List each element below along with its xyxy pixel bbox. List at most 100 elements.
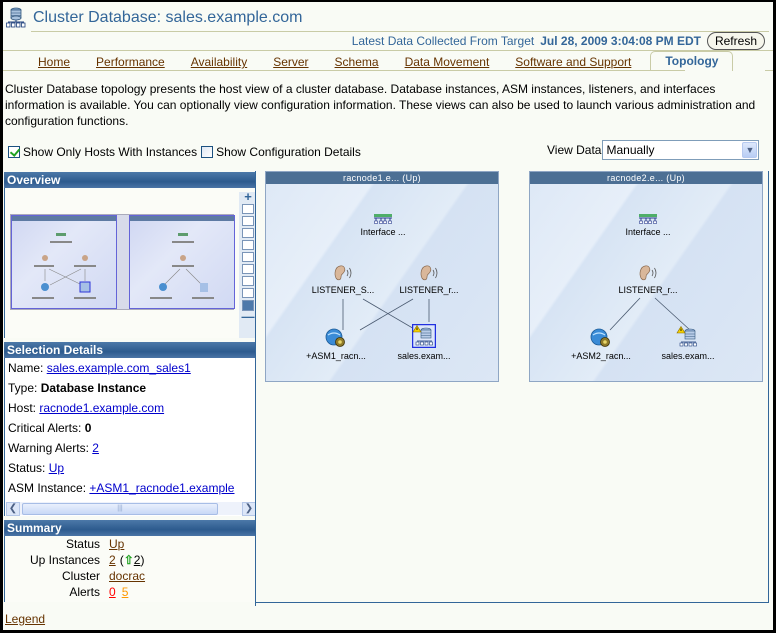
zoom-step[interactable] <box>242 204 254 214</box>
interface-node[interactable]: Interface ... <box>338 214 428 237</box>
listener-node[interactable]: LISTENER_r... <box>384 264 474 295</box>
summary-up-instances-label: Up Instances <box>29 553 100 567</box>
zoom-step[interactable] <box>242 240 254 250</box>
minimap-host-1-graph <box>32 233 96 299</box>
summary-warning-alerts-link[interactable]: 5 <box>122 584 129 600</box>
detail-name-label: Name: <box>8 361 44 375</box>
detail-status-link[interactable]: Up <box>49 461 64 475</box>
overview-header: Overview <box>4 172 256 188</box>
overview-minimap[interactable] <box>10 214 235 310</box>
host-title: racnode1.e... (Up) <box>266 172 498 184</box>
node-label: LISTENER_r... <box>618 285 678 295</box>
detail-type-value: Database Instance <box>40 381 147 395</box>
detail-critical-value: 0 <box>84 421 92 435</box>
network-interface-icon <box>639 214 657 224</box>
scrollbar-thumb[interactable]: ||| <box>22 503 218 515</box>
detail-name-link[interactable]: sales.example.com_sales1 <box>47 361 191 375</box>
summary-cluster-row: Cluster docrac <box>5 568 256 584</box>
asm-instance-node[interactable]: +ASM2_racn... <box>556 328 646 361</box>
show-only-hosts-label[interactable]: Show Only Hosts With Instances <box>23 145 197 159</box>
data-collected-info: Latest Data Collected From Target Jul 28… <box>352 31 765 51</box>
minimap-host-2-graph <box>150 233 214 299</box>
detail-status: Status: Up <box>5 458 256 478</box>
refresh-button[interactable]: Refresh <box>706 32 765 50</box>
database-instance-node[interactable]: sales.exam... <box>643 326 733 361</box>
host-node-racnode1[interactable]: racnode1.e... (Up) Interface ... LISTENE… <box>265 171 499 382</box>
detail-type-label: Type: <box>8 381 38 395</box>
show-only-hosts-checkbox[interactable] <box>8 146 20 158</box>
legend-link[interactable]: Legend <box>5 612 45 626</box>
summary-panel: Status Up Up Instances 2 (⇧2) Cluster do… <box>4 536 256 602</box>
scroll-right-icon[interactable]: ❯ <box>242 502 256 516</box>
listener-ear-icon <box>420 265 438 281</box>
listener-node[interactable]: LISTENER_r... <box>603 264 693 295</box>
show-config-details-label[interactable]: Show Configuration Details <box>216 145 361 159</box>
summary-up-count-link[interactable]: 2 <box>134 553 141 567</box>
network-interface-icon <box>374 214 392 224</box>
node-label: +ASM1_racn... <box>306 351 366 361</box>
summary-critical-alerts-link[interactable]: 0 <box>109 584 116 600</box>
interface-node[interactable]: Interface ... <box>603 214 693 237</box>
tab-server[interactable]: Server <box>260 53 321 71</box>
host-node-racnode2[interactable]: racnode2.e... (Up) Interface ... LISTENE… <box>529 171 763 382</box>
selection-details-panel: Name: sales.example.com_sales1 Type: Dat… <box>4 358 256 516</box>
show-config-details-checkbox[interactable] <box>201 146 214 158</box>
collected-timestamp: Jul 28, 2009 3:04:08 PM EDT <box>540 34 701 48</box>
summary-status-link[interactable]: Up <box>109 536 124 552</box>
view-data-select[interactable]: Manually ▼ <box>602 140 760 160</box>
detail-name: Name: sales.example.com_sales1 <box>5 358 256 378</box>
detail-warning-link[interactable]: 2 <box>92 441 99 455</box>
detail-critical-label: Critical Alerts: <box>8 421 82 435</box>
tabs-bottom-line-right <box>765 70 773 71</box>
tab-availability[interactable]: Availability <box>178 53 260 71</box>
tab-home[interactable]: Home <box>3 53 83 71</box>
asm-instance-icon <box>325 328 345 347</box>
zoom-step[interactable] <box>242 228 254 238</box>
node-label: LISTENER_S... <box>311 285 375 295</box>
tab-bar: Home Performance Availability Server Sch… <box>3 51 773 71</box>
zoom-step[interactable] <box>242 216 254 226</box>
node-label: sales.exam... <box>661 351 715 361</box>
up-arrow-icon: ⇧ <box>123 553 134 567</box>
topology-canvas[interactable]: racnode1.e... (Up) Interface ... LISTENE… <box>255 171 769 603</box>
minimap-host-1 <box>11 215 117 309</box>
tab-topology[interactable]: Topology <box>650 51 734 71</box>
zoom-step[interactable] <box>242 276 254 286</box>
summary-cluster-link[interactable]: docrac <box>109 568 145 584</box>
summary-alerts-label: Alerts <box>69 585 100 599</box>
options-row: Show Only Hosts With Instances Show Conf… <box>8 143 365 161</box>
detail-host-link[interactable]: racnode1.example.com <box>39 401 164 415</box>
summary-up-instances-row: Up Instances 2 (⇧2) <box>5 552 256 568</box>
summary-alerts-row: Alerts 0 5 <box>5 584 256 600</box>
detail-critical-alerts: Critical Alerts: 0 <box>5 418 256 438</box>
tab-schema[interactable]: Schema <box>322 53 392 71</box>
horizontal-scrollbar[interactable]: ❮ ||| ❯ <box>6 501 256 516</box>
zoom-step[interactable] <box>242 252 254 262</box>
zoom-step[interactable] <box>242 264 254 274</box>
zoom-step[interactable] <box>242 288 254 298</box>
scroll-left-icon[interactable]: ❮ <box>6 502 20 516</box>
database-instance-node[interactable]: sales.exam... <box>379 324 469 361</box>
chevron-down-icon[interactable]: ▼ <box>742 142 758 158</box>
detail-host: Host: racnode1.example.com <box>5 398 256 418</box>
database-instance-icon <box>412 324 436 348</box>
node-label: Interface ... <box>625 227 671 237</box>
summary-status-label: Status <box>65 537 100 551</box>
summary-up-instances-link[interactable]: 2 <box>109 552 116 568</box>
tabs-bottom-line <box>3 70 685 71</box>
tab-data-movement[interactable]: Data Movement <box>392 53 503 71</box>
view-data-control: View Data Manually ▼ <box>547 140 760 160</box>
host-title: racnode2.e... (Up) <box>530 172 762 184</box>
tab-performance[interactable]: Performance <box>83 53 178 71</box>
node-label: Interface ... <box>360 227 406 237</box>
title-row: Cluster Database: sales.example.com <box>3 4 773 32</box>
tab-software-and-support[interactable]: Software and Support <box>502 53 644 71</box>
summary-status-row: Status Up <box>5 536 256 552</box>
view-data-label: View Data <box>547 143 602 157</box>
detail-asm-link[interactable]: +ASM1_racnode1.example <box>89 481 234 495</box>
asm-instance-node[interactable]: +ASM1_racn... <box>291 328 381 361</box>
detail-status-label: Status: <box>8 461 46 475</box>
listener-node[interactable]: LISTENER_S... <box>298 264 388 295</box>
node-label: LISTENER_r... <box>399 285 459 295</box>
summary-up-instances-paren: (⇧2) <box>119 553 145 567</box>
